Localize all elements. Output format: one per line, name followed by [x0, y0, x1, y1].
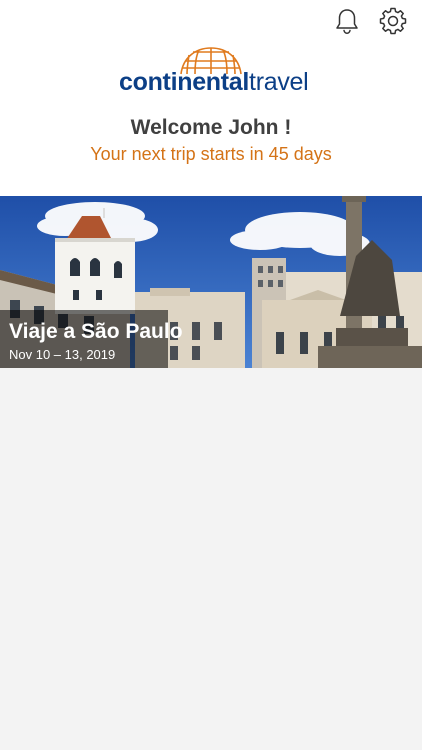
- logo-text-bold: continental: [119, 68, 250, 96]
- logo-wordmark: continentaltravel: [119, 68, 309, 96]
- gear-icon[interactable]: [378, 6, 408, 36]
- top-icons: [332, 6, 408, 36]
- trip-title: Viaje a São Paulo: [9, 320, 183, 343]
- bell-icon[interactable]: [332, 6, 362, 36]
- logo-text-light: travel: [249, 68, 309, 96]
- header: continentaltravel Welcome John ! Your ne…: [0, 0, 422, 196]
- trip-dates: Nov 10 – 13, 2019: [9, 347, 116, 362]
- trip-countdown: Your next trip starts in 45 days: [90, 144, 332, 164]
- welcome-message: Welcome John !: [130, 116, 292, 139]
- trip-card[interactable]: Viaje a São Paulo Nov 10 – 13, 2019: [0, 196, 422, 368]
- brand-logo: continentaltravel: [119, 44, 309, 100]
- app-screen: continentaltravel Welcome John ! Your ne…: [0, 0, 422, 750]
